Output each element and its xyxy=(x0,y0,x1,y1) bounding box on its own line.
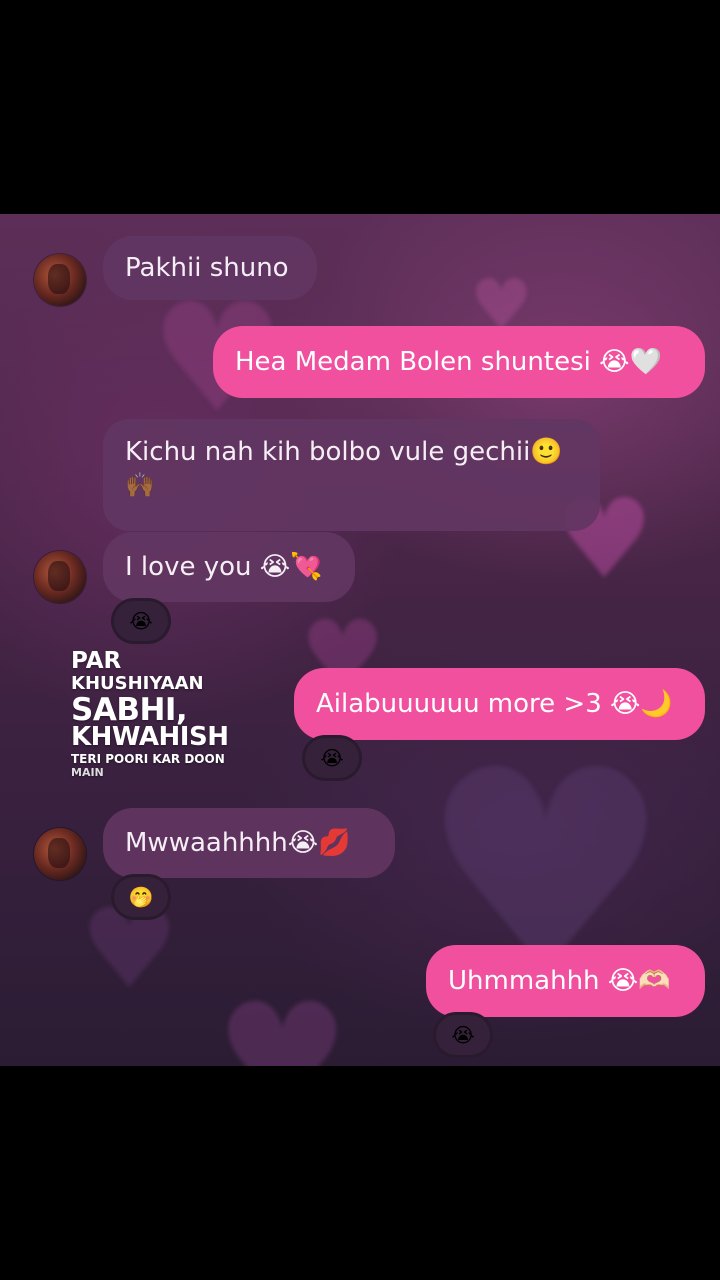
avatar[interactable] xyxy=(34,828,86,880)
message-bubble-outgoing[interactable]: Ailabuuuuuu more >3 😭🌙 xyxy=(294,668,705,740)
chat-area: ♥ ♥ ♥ ♥ ♥ ♥ ♥ Pakhii shuno Hea Medam Bol… xyxy=(0,214,720,1066)
message-bubble-outgoing[interactable]: Hea Medam Bolen shuntesi 😭🤍 xyxy=(213,326,705,398)
caption-line: KHUSHIYAAN xyxy=(71,673,204,694)
message-text-line2: 🙌🏾 xyxy=(125,471,155,499)
avatar[interactable] xyxy=(34,551,86,603)
caption-line: KHWAHISH xyxy=(71,722,229,752)
message-bubble-incoming[interactable]: Kichu nah kih bolbo vule gechii🙂 🙌🏾 xyxy=(103,419,600,531)
message-bubble-incoming[interactable]: Pakhii shuno xyxy=(103,236,317,300)
reaction-emoji: 😭 xyxy=(320,746,344,770)
reaction-badge[interactable]: 🤭 xyxy=(114,877,168,917)
message-text: Ailabuuuuuu more >3 😭🌙 xyxy=(316,689,673,719)
message-text: Mwwaahhhh😭💋 xyxy=(125,828,351,858)
message-text: Pakhii shuno xyxy=(125,253,289,283)
reaction-badge[interactable]: 😭 xyxy=(114,601,168,641)
message-bubble-outgoing[interactable]: Uhmmahhh 😭🫶🏻 xyxy=(426,945,705,1017)
reaction-badge[interactable]: 😭 xyxy=(305,738,359,778)
heart-decoration-icon: ♥ xyxy=(215,972,350,1066)
message-text: Uhmmahhh 😭🫶🏻 xyxy=(448,966,671,996)
message-bubble-incoming[interactable]: Mwwaahhhh😭💋 xyxy=(103,808,395,878)
reaction-emoji: 🤭 xyxy=(128,885,154,909)
overlay-caption: PAR KHUSHIYAAN SABHI, KHWAHISH TERI POOR… xyxy=(71,648,229,779)
reaction-emoji: 😭 xyxy=(451,1023,475,1047)
caption-line: TERI POORI KAR DOON xyxy=(71,752,225,766)
message-text: Hea Medam Bolen shuntesi 😭🤍 xyxy=(235,347,662,377)
avatar[interactable] xyxy=(34,254,86,306)
message-text: Kichu nah kih bolbo vule gechii🙂 xyxy=(125,437,563,467)
caption-line: PAR xyxy=(71,648,122,674)
caption-line: MAIN xyxy=(71,766,104,779)
message-bubble-incoming[interactable]: I love you 😭💘 xyxy=(103,532,355,602)
reaction-emoji: 😭 xyxy=(129,609,153,633)
reaction-badge[interactable]: 😭 xyxy=(436,1015,490,1055)
message-text: I love you 😭💘 xyxy=(125,552,323,582)
